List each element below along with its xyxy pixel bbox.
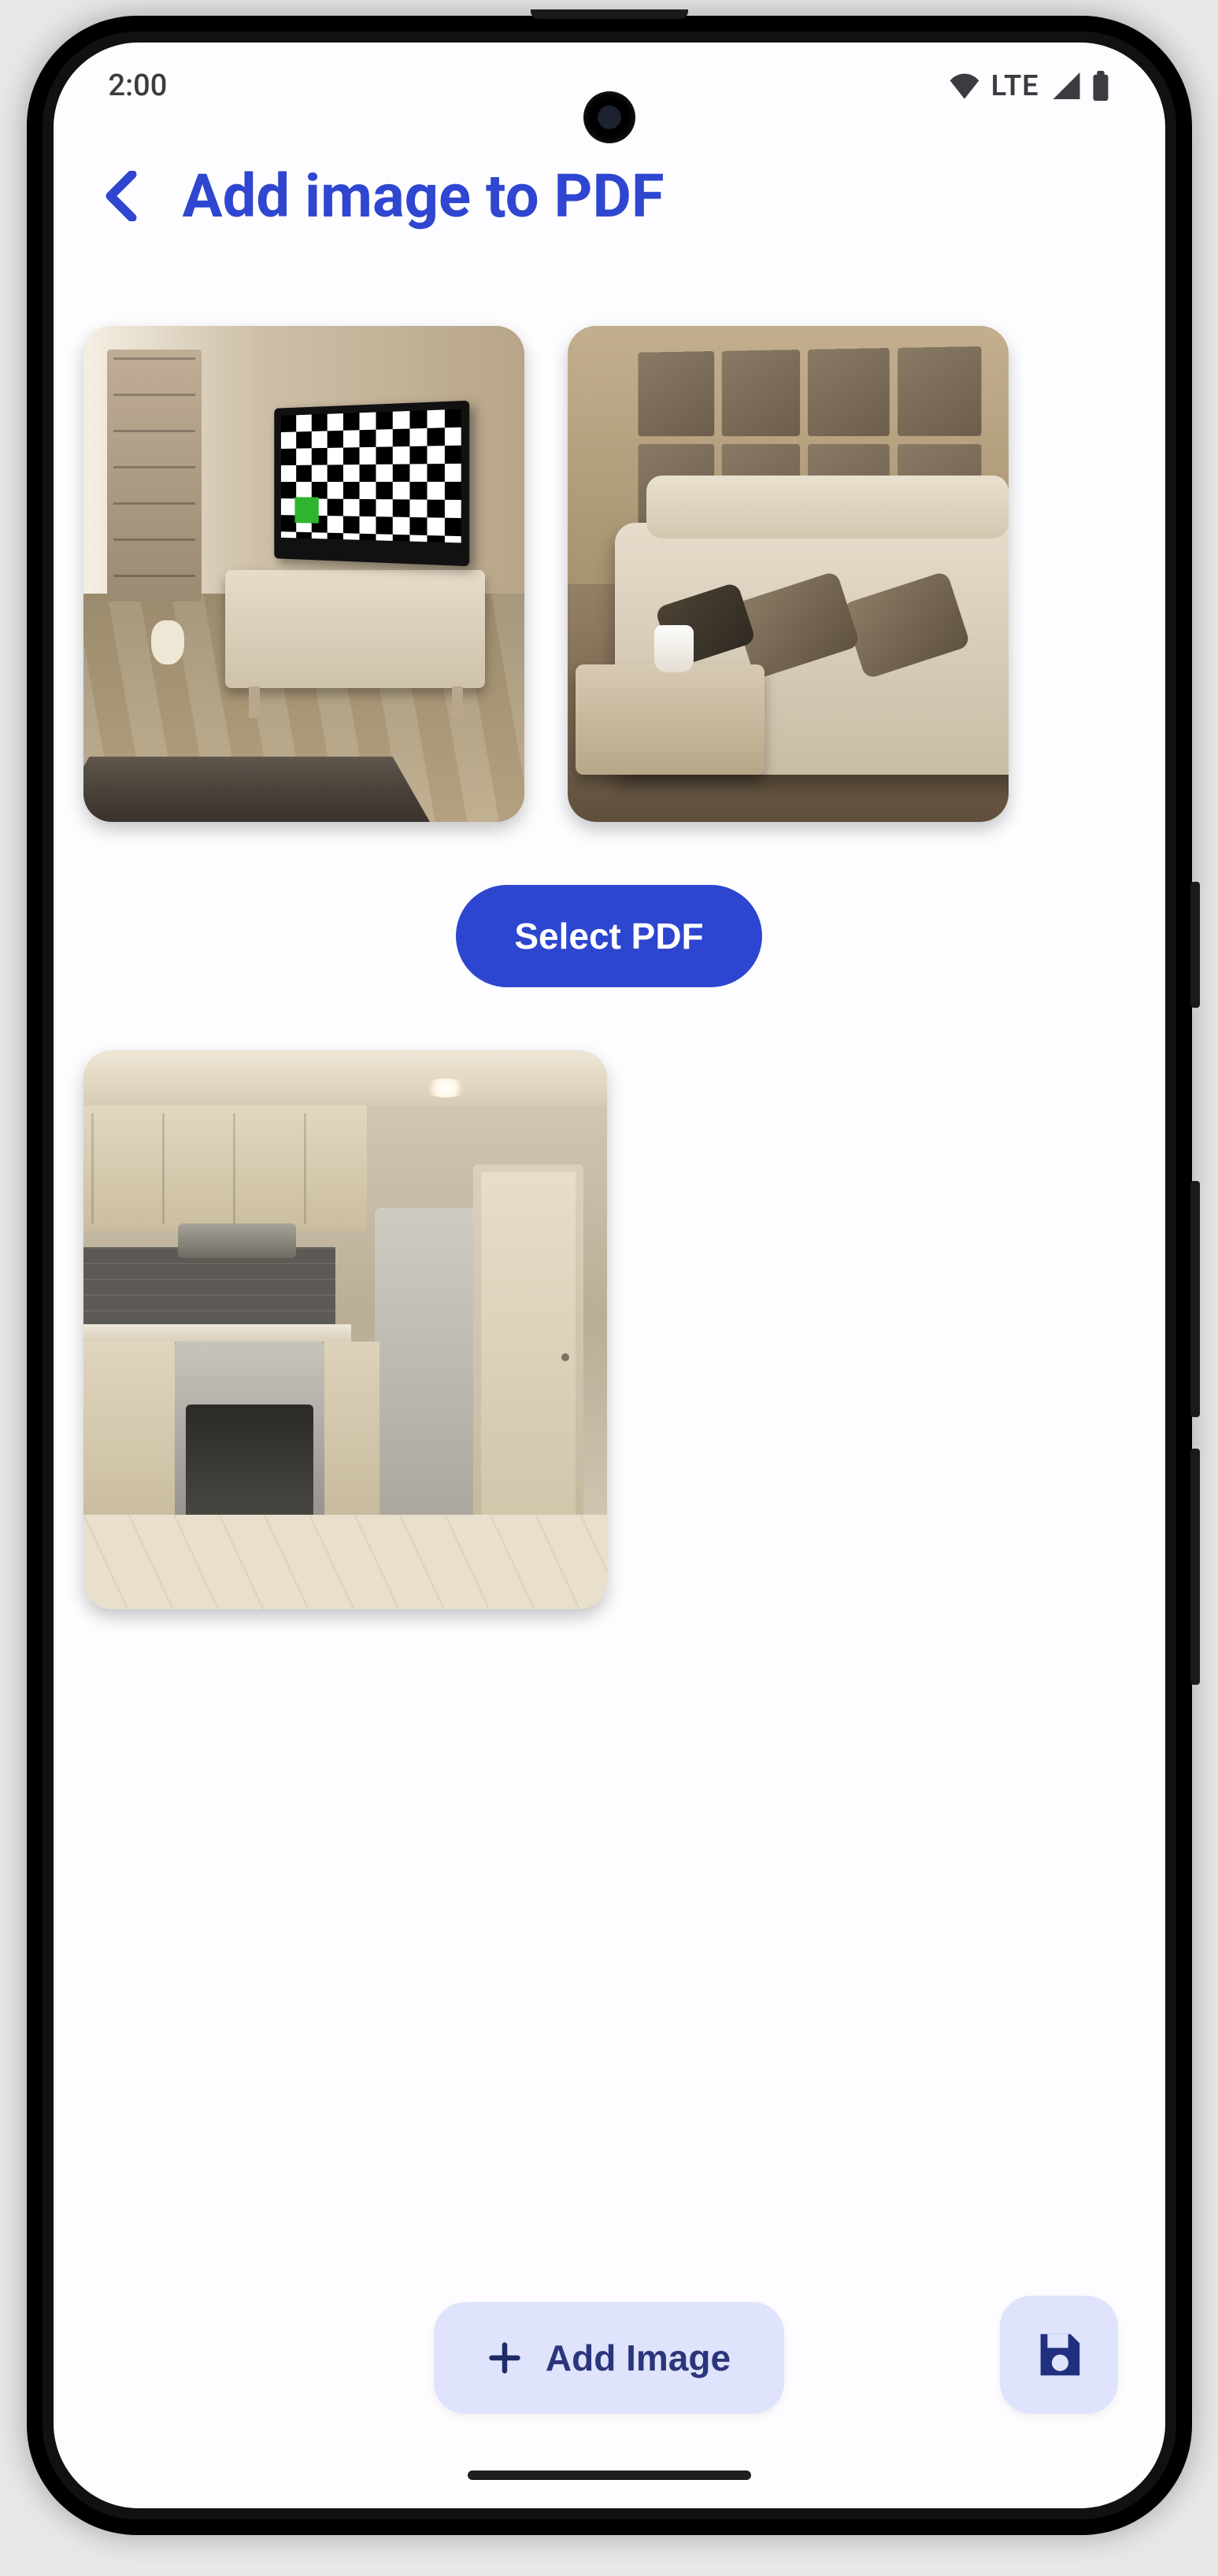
pdf-pages-row (83, 1050, 1135, 1609)
add-image-button[interactable]: Add Image (434, 2302, 784, 2414)
back-button[interactable] (99, 171, 143, 221)
save-button[interactable] (1000, 2296, 1118, 2414)
page-title: Add image to PDF (183, 161, 665, 231)
selected-images-row (83, 326, 1135, 822)
volume-down-button (1190, 1449, 1200, 1685)
wifi-icon (949, 72, 980, 99)
bottom-actions: Add Image (54, 2302, 1165, 2414)
notch (531, 9, 688, 19)
signal-icon (1050, 72, 1080, 99)
phone-frame: 2:00 LTE (27, 16, 1192, 2535)
app-bar: Add image to PDF (54, 129, 1165, 247)
status-bar: 2:00 LTE (54, 43, 1165, 129)
select-pdf-button[interactable]: Select PDF (456, 885, 761, 987)
content: Select PDF (54, 247, 1165, 1609)
status-time: 2:00 (109, 68, 168, 103)
gesture-bar[interactable] (468, 2471, 751, 2480)
save-icon (1031, 2327, 1087, 2382)
volume-up-button (1190, 1181, 1200, 1417)
plus-icon (487, 2341, 522, 2375)
image-thumb[interactable] (83, 326, 524, 822)
image-thumb[interactable] (83, 1050, 607, 1609)
network-label: LTE (991, 69, 1039, 102)
add-image-label: Add Image (546, 2337, 731, 2379)
screen: 2:00 LTE (54, 43, 1165, 2508)
side-button (1190, 882, 1200, 1008)
battery-icon (1091, 71, 1110, 101)
image-thumb[interactable] (568, 326, 1009, 822)
